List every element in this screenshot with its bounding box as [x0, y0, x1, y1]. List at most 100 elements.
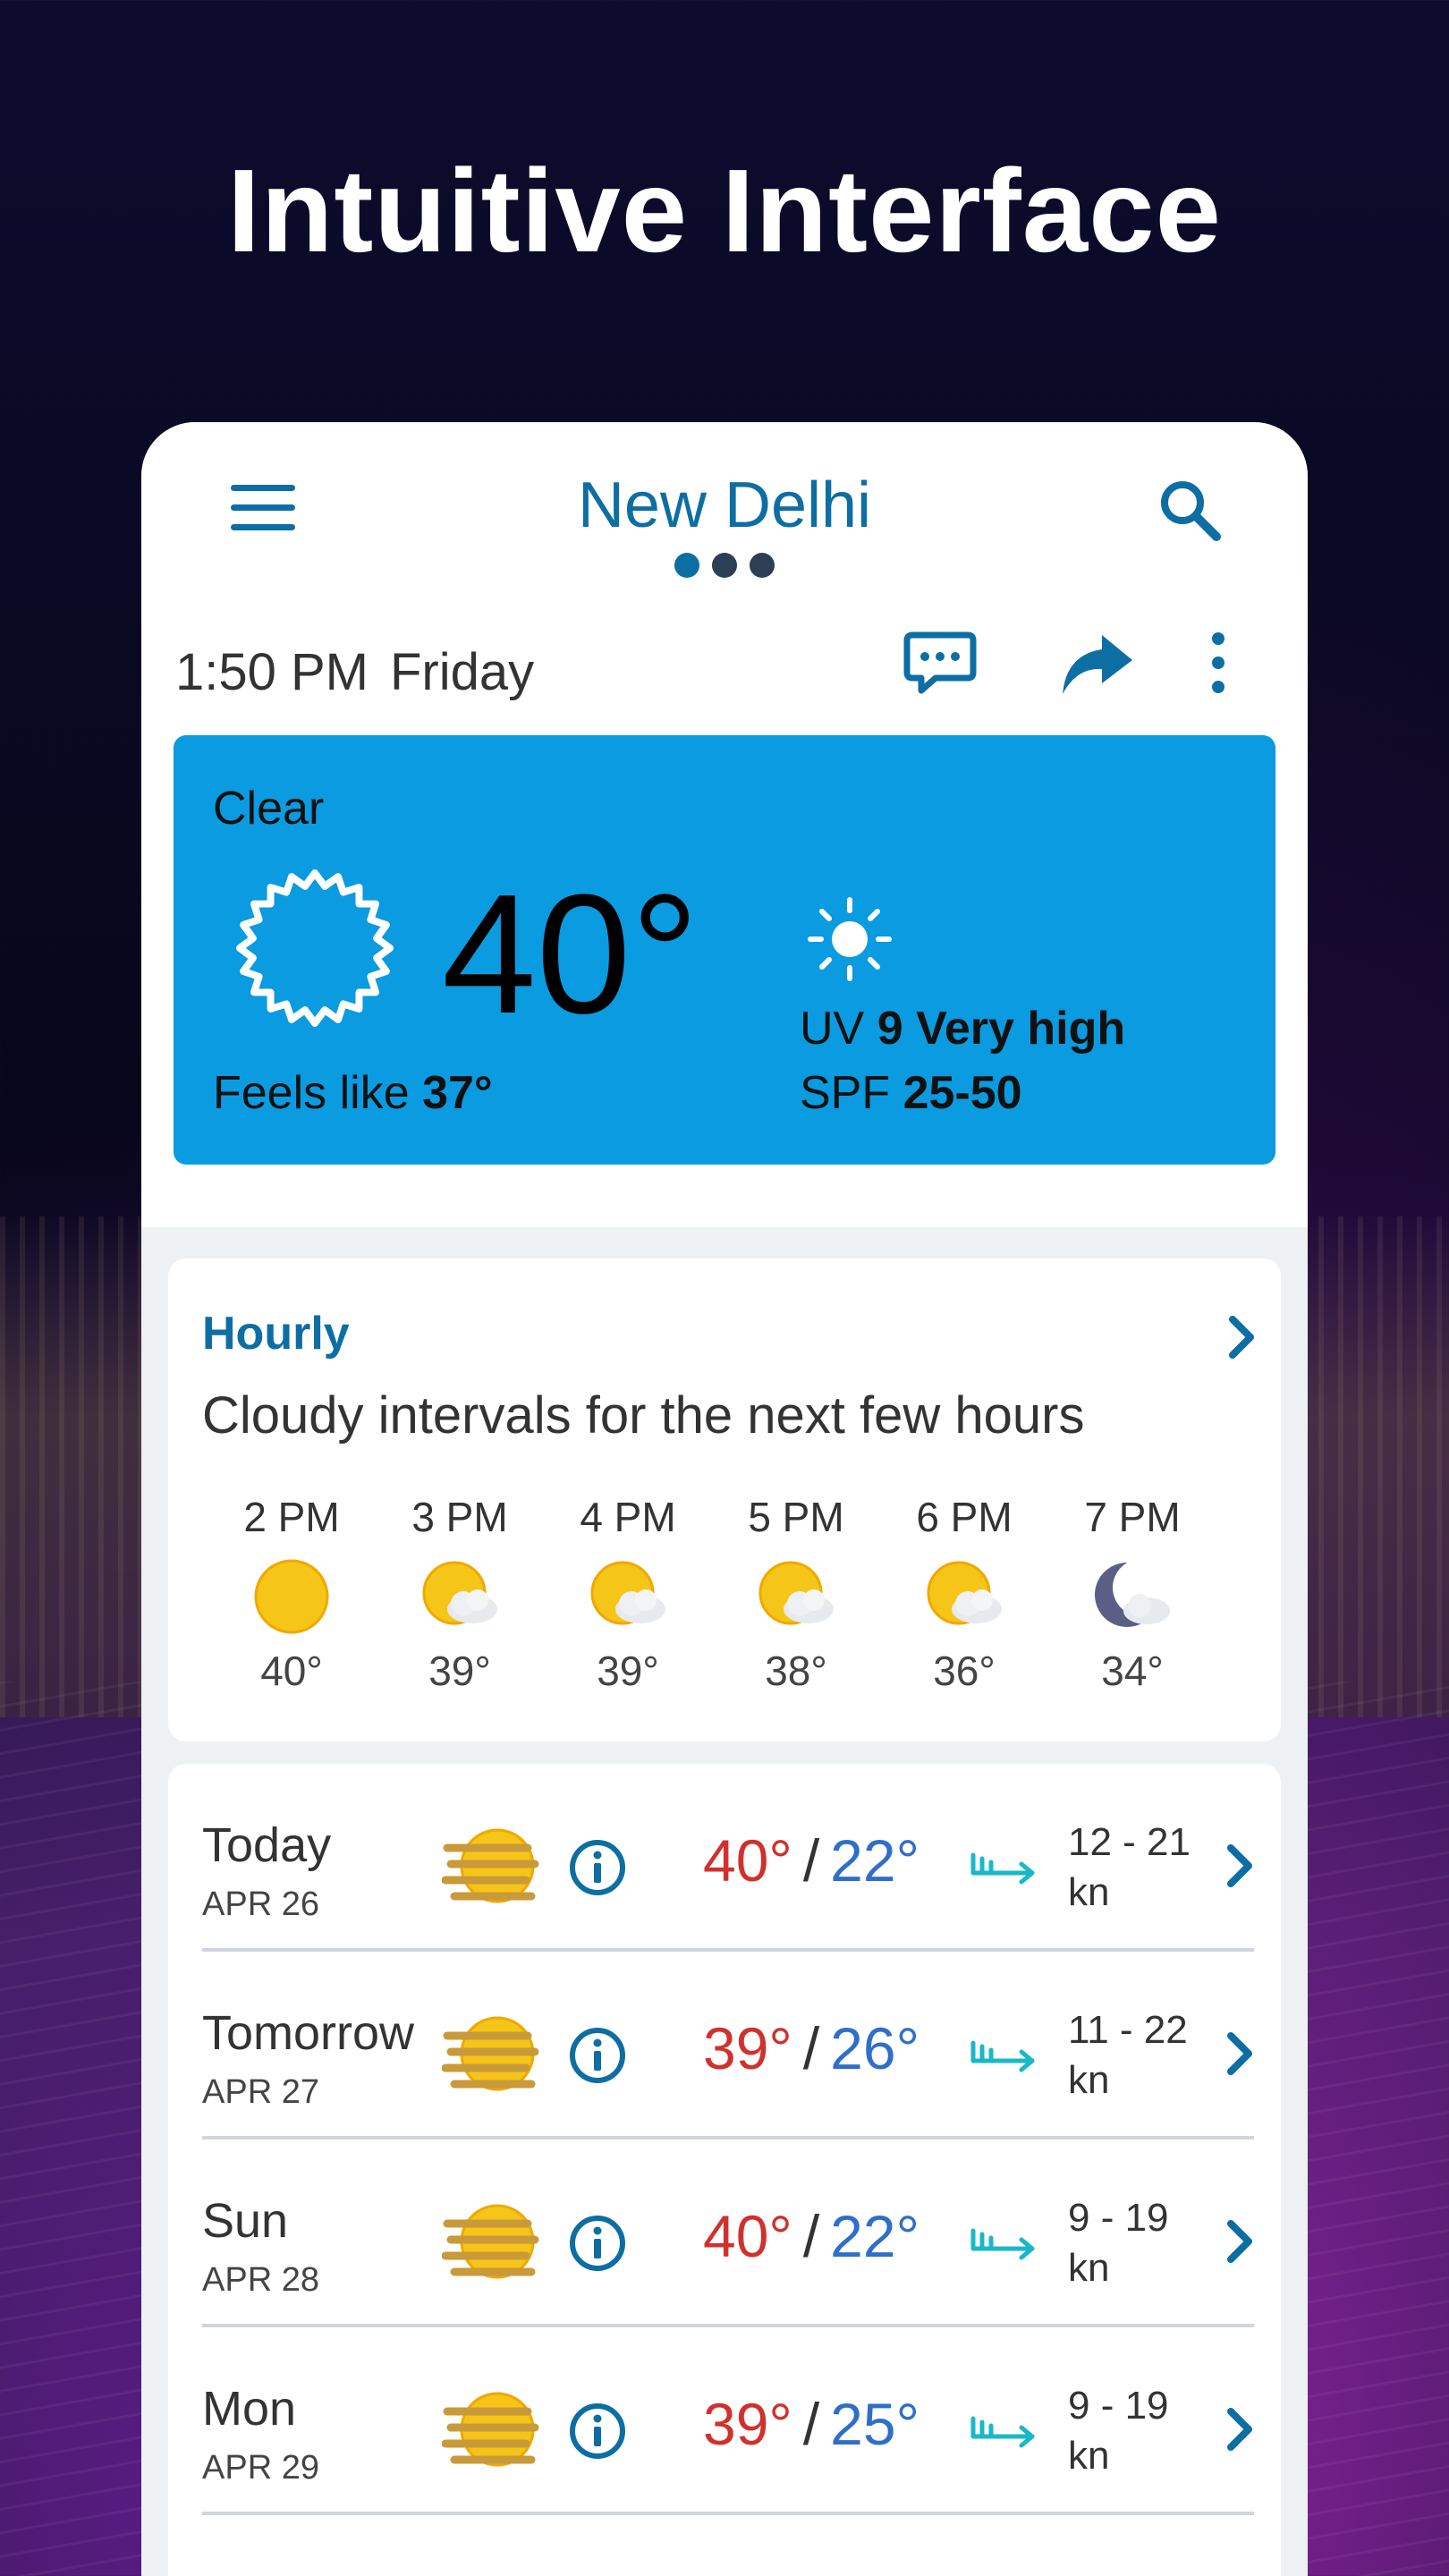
- temperature-separator: /: [802, 2203, 820, 2269]
- wind-direction-icon: [970, 2228, 1035, 2260]
- daily-row[interactable]: Today APR 26 40°/22° 12 - 21 kn: [202, 1764, 1254, 1952]
- spf-value: 25-50: [902, 1067, 1022, 1119]
- current-conditions-card[interactable]: Clear 40° Feels like 37° UV 9 Very high …: [174, 735, 1275, 1165]
- hourly-item[interactable]: 5 PM 38°: [724, 1493, 868, 1695]
- uv-value: 9 Very high: [877, 1003, 1126, 1055]
- hourly-item[interactable]: 6 PM 36°: [893, 1493, 1036, 1695]
- pager-dot[interactable]: [674, 553, 699, 578]
- hour-temperature: 36°: [933, 1648, 996, 1694]
- hour-temperature: 39°: [597, 1648, 659, 1694]
- temperature-separator: /: [802, 1827, 820, 1894]
- pager-dot[interactable]: [750, 553, 775, 578]
- current-temperature: 40°: [442, 860, 699, 1049]
- day-date: APR 27: [202, 2073, 319, 2111]
- chevron-right-icon[interactable]: [1222, 2402, 1258, 2456]
- daily-row[interactable]: Mon APR 29 39°/25° 9 - 19 kn: [202, 2327, 1254, 2515]
- high-temperature: 40°: [703, 2203, 792, 2269]
- uv-label: UV: [800, 1003, 865, 1055]
- hourly-item[interactable]: 2 PM 40°: [220, 1493, 363, 1695]
- hourly-title[interactable]: Hourly: [202, 1307, 350, 1360]
- temperature-separator: /: [802, 2015, 820, 2081]
- app-card: New Delhi 1:50 PM Friday Clear 40° Feels…: [141, 422, 1308, 2576]
- day-name: Today: [202, 1818, 332, 1872]
- temperature-range: 39°/26°: [703, 2014, 919, 2082]
- day-name: Mon: [202, 2382, 297, 2436]
- hourly-item[interactable]: 4 PM 39°: [556, 1493, 699, 1695]
- wind-range: 12 - 21: [1068, 1820, 1191, 1864]
- info-icon[interactable]: [567, 1837, 628, 1898]
- day-date: APR 28: [202, 2261, 319, 2299]
- temperature-range: 40°/22°: [703, 2202, 919, 2270]
- feels-like-label: Feels like: [213, 1067, 410, 1119]
- wind-speed: 11 - 22 kn: [1068, 2005, 1188, 2106]
- partly-cloudy-icon: [590, 1561, 665, 1625]
- wind-direction-icon: [970, 2040, 1035, 2072]
- daily-row[interactable]: Sun APR 28 40°/22° 9 - 19 kn: [202, 2140, 1254, 2327]
- headline: Intuitive Interface: [227, 145, 1222, 276]
- chevron-right-icon[interactable]: [1222, 1839, 1258, 1893]
- partly-cloudy-icon: [927, 1561, 1002, 1625]
- high-temperature: 39°: [703, 2015, 792, 2081]
- hourly-card[interactable]: Hourly Cloudy intervals for the next few…: [168, 1258, 1281, 1741]
- temperature-separator: /: [802, 2391, 820, 2457]
- time-bar: 1:50 PM Friday: [174, 601, 1275, 735]
- hour-label: 6 PM: [916, 1494, 1013, 1540]
- hourly-strip[interactable]: 2 PM 40° 3 PM 39° 4 PM 39° 5 PM 38° 6 PM 36° 7 PM 3…: [168, 1493, 1281, 1725]
- high-temperature: 39°: [703, 2391, 792, 2457]
- partly-cloudy-icon: [422, 1561, 497, 1625]
- high-temperature: 40°: [703, 1827, 792, 1894]
- wind-range: 9 - 19: [1068, 2384, 1169, 2428]
- info-icon[interactable]: [567, 2025, 628, 2086]
- wind-speed: 12 - 21 kn: [1068, 1818, 1191, 1918]
- day-date: APR 29: [202, 2449, 319, 2487]
- hourly-item[interactable]: 7 PM 34°: [1061, 1493, 1204, 1695]
- more-options-icon[interactable]: [1200, 624, 1236, 701]
- day-name: Tomorrow: [202, 2006, 415, 2060]
- wind-direction-icon: [970, 1852, 1035, 1885]
- clear-sun-icon: [236, 869, 394, 1027]
- spf-label: SPF: [800, 1067, 891, 1119]
- pager-dot[interactable]: [712, 553, 737, 578]
- info-icon[interactable]: [567, 2401, 628, 2462]
- chevron-right-icon[interactable]: [1222, 2027, 1258, 2080]
- hour-label: 3 PM: [411, 1494, 508, 1540]
- wind-unit: kn: [1068, 2246, 1110, 2290]
- sun-icon: [254, 1559, 329, 1634]
- current-time: 1:50 PM Friday: [175, 642, 534, 702]
- temperature-range: 39°/25°: [703, 2390, 919, 2458]
- wind-speed: 9 - 19 kn: [1068, 2381, 1169, 2481]
- partly-cloudy-icon: [758, 1561, 834, 1625]
- hour-temperature: 40°: [260, 1648, 323, 1694]
- hour-temperature: 39°: [428, 1648, 491, 1694]
- hour-label: 4 PM: [580, 1494, 676, 1540]
- chevron-right-icon[interactable]: [1224, 1310, 1259, 1364]
- temperature-range: 40°/22°: [703, 1826, 919, 1894]
- low-temperature: 25°: [830, 2391, 919, 2457]
- low-temperature: 22°: [830, 2203, 919, 2269]
- chat-icon[interactable]: [902, 624, 979, 701]
- haze-icon: [442, 2016, 539, 2091]
- wind-range: 11 - 22: [1068, 2008, 1188, 2052]
- info-icon[interactable]: [567, 2213, 628, 2274]
- night-partly-cloudy-icon: [1095, 1559, 1170, 1627]
- daily-row[interactable]: Tomorrow APR 27 39°/26° 11 - 22 kn: [202, 1952, 1254, 2140]
- city-title[interactable]: New Delhi: [174, 469, 1275, 542]
- wind-direction-icon: [970, 2416, 1035, 2448]
- share-icon[interactable]: [1057, 624, 1134, 701]
- top-section: New Delhi 1:50 PM Friday Clear 40° Feels…: [141, 422, 1308, 1227]
- chevron-right-icon[interactable]: [1222, 2215, 1258, 2268]
- hour-label: 5 PM: [748, 1494, 844, 1540]
- haze-icon: [442, 2392, 539, 2467]
- feels-like: Feels like 37°: [213, 1066, 493, 1120]
- day-date: APR 26: [202, 1885, 319, 1923]
- wind-range: 9 - 19: [1068, 2196, 1169, 2240]
- feels-like-value: 37°: [422, 1067, 493, 1119]
- wind-unit: kn: [1068, 2058, 1110, 2102]
- day-name: Sun: [202, 2194, 289, 2248]
- hour-label: 7 PM: [1084, 1494, 1181, 1540]
- search-icon[interactable]: [1154, 474, 1225, 546]
- location-pager[interactable]: [174, 553, 1275, 582]
- hourly-item[interactable]: 3 PM 39°: [388, 1493, 531, 1695]
- haze-icon: [442, 1828, 539, 1903]
- uv-index: UV 9 Very high: [800, 1002, 1125, 1055]
